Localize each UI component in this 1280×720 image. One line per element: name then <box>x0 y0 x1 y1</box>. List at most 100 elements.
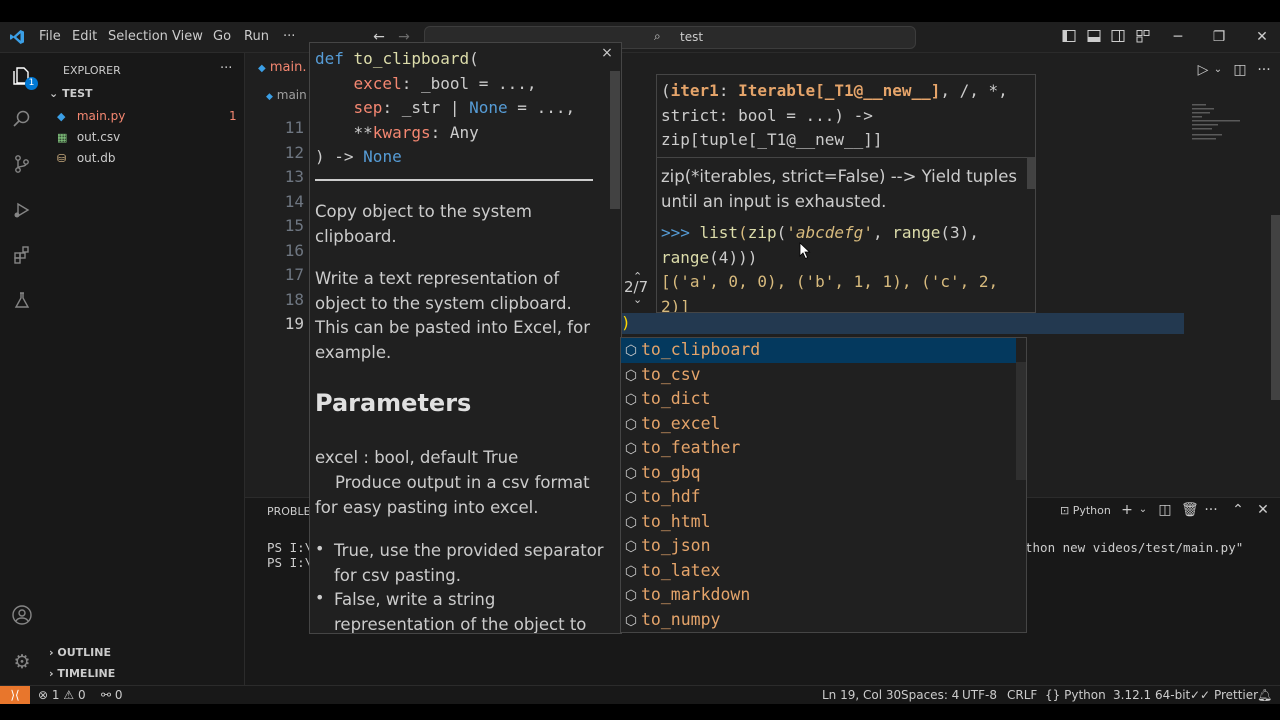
run-debug-icon[interactable] <box>10 200 34 224</box>
menu-file[interactable]: File <box>39 22 61 52</box>
suggestion-scrollbar[interactable] <box>1016 362 1026 480</box>
panel-more-icon[interactable]: ··· <box>1203 502 1219 518</box>
layout-sidebar-right-icon[interactable] <box>1110 29 1126 45</box>
popup-scrollbar[interactable] <box>1027 157 1035 189</box>
suggestion-item[interactable]: ⬡ to_dict <box>621 387 1016 412</box>
file-out-csv[interactable]: ▦ out.csv <box>57 127 120 148</box>
csv-file-icon: ▦ <box>57 131 68 144</box>
method-cube-icon: ⬡ <box>624 441 638 457</box>
suggestion-item[interactable]: ⬡ to_latex <box>621 559 1016 584</box>
file-main-py[interactable]: ◆ main.py 1 <box>57 106 242 127</box>
file-error-badge: 1 <box>229 109 237 123</box>
indentation[interactable]: Spaces: 4 <box>901 686 959 705</box>
suggestion-item[interactable]: ⬡ to_html <box>621 510 1016 535</box>
explorer-more-button[interactable]: ··· <box>220 61 232 76</box>
suggestion-item[interactable]: ⬡ to_gbq <box>621 461 1016 486</box>
chevron-down-icon: ⌄ <box>49 87 59 100</box>
new-terminal-plus-icon[interactable]: + <box>1119 502 1135 518</box>
search-icon[interactable] <box>10 109 34 133</box>
outline-section[interactable]: › OUTLINE <box>49 646 111 659</box>
hover-documentation-popup[interactable]: def to_clipboard( excel: _bool = ..., se… <box>309 42 622 634</box>
suggestion-item[interactable]: ⬡ to_hdf <box>621 485 1016 510</box>
timeline-section[interactable]: › TIMELINE <box>49 667 115 680</box>
layout-custom-icon[interactable] <box>1135 29 1151 45</box>
terminal-python-tab[interactable]: ⊡ Python <box>1060 504 1111 517</box>
function-signature: def to_clipboard( excel: _bool = ..., se… <box>315 49 576 166</box>
terminal-icon: ⊡ <box>1060 504 1070 517</box>
more-actions-icon[interactable]: ··· <box>1256 62 1272 78</box>
bullet-false: False, write a string representation of … <box>334 590 587 634</box>
suggestion-item[interactable]: ⬡ to_markdown <box>621 583 1016 608</box>
layout-sidebar-left-icon[interactable] <box>1061 29 1077 45</box>
folder-test[interactable]: ⌄ TEST <box>49 87 93 100</box>
prettier-status[interactable]: ✓✓ Prettier <box>1190 686 1258 705</box>
restore-icon[interactable]: ❐ <box>1211 29 1227 45</box>
suggestion-item[interactable]: ⬡ to_feather <box>621 436 1016 461</box>
close-panel-icon[interactable]: ✕ <box>1255 502 1271 518</box>
double-check-icon: ✓✓ <box>1190 688 1211 702</box>
suggestion-item[interactable]: ⬡ to_clipboard <box>621 338 1016 363</box>
method-cube-icon: ⬡ <box>624 514 638 531</box>
line-number: 12 <box>284 143 304 162</box>
problems-indicator[interactable]: ⊗ 1 ⚠ 0 <box>38 686 86 705</box>
split-editor-icon[interactable]: ◫ <box>1232 62 1248 78</box>
trash-icon[interactable]: 🗑 <box>1181 502 1199 518</box>
menu-edit[interactable]: Edit <box>72 22 97 52</box>
minimap[interactable] <box>1190 100 1240 145</box>
signature-text: (iter1: Iterable[_T1@__new__], /, *, str… <box>661 81 1008 149</box>
minimize-icon[interactable]: ─ <box>1170 29 1186 45</box>
close-icon[interactable]: ✕ <box>1254 29 1270 45</box>
active-line-number: 19 <box>284 314 304 333</box>
settings-gear-icon[interactable]: ⚙ <box>10 650 34 674</box>
menu-view[interactable]: View <box>172 22 203 52</box>
method-cube-icon: ⬡ <box>624 539 638 555</box>
menu-go[interactable]: Go <box>213 22 231 52</box>
run-python-file-icon[interactable]: ▷ <box>1195 62 1211 78</box>
testing-flask-icon[interactable] <box>10 290 34 314</box>
suggestion-item[interactable]: ⬡ to_csv <box>621 363 1016 388</box>
braces-icon: {} <box>1045 688 1061 702</box>
line-endings[interactable]: CRLF <box>1007 686 1037 705</box>
suggestion-item[interactable]: ⬡ to_excel <box>621 412 1016 437</box>
account-icon[interactable] <box>10 604 34 628</box>
divider <box>315 179 593 181</box>
language-mode[interactable]: {} Python <box>1045 686 1106 705</box>
chevron-down-icon[interactable]: ⌄ <box>1135 502 1151 518</box>
chevron-right-icon: › <box>49 646 54 659</box>
remote-indicator-icon[interactable]: ⟩⟨ <box>0 686 30 705</box>
doc-description: Write a text representation of object to… <box>315 269 590 362</box>
method-cube-icon: ⬡ <box>624 465 638 482</box>
letterbox-top <box>0 0 1280 22</box>
encoding[interactable]: UTF-8 <box>962 686 997 705</box>
split-terminal-icon[interactable]: ◫ <box>1157 502 1173 518</box>
suggestion-item[interactable]: ⬡ to_numpy <box>621 608 1016 633</box>
signature-help-popup[interactable]: (iter1: Iterable[_T1@__new__], /, *, str… <box>656 74 1036 313</box>
chevron-down-icon[interactable]: ⌄ <box>1210 62 1226 78</box>
python-interpreter[interactable]: 3.12.1 64-bit <box>1113 686 1190 705</box>
panel-tab-problems[interactable]: PROBLE <box>267 505 311 518</box>
menu-more[interactable]: ··· <box>283 22 295 52</box>
suggestion-list[interactable]: ⬡ to_clipboard ⬡ to_csv ⬡ to_dict ⬡ to_excel… <box>620 337 1027 633</box>
ports-indicator[interactable]: ⚯ 0 <box>101 686 123 705</box>
extensions-icon[interactable] <box>10 245 34 269</box>
explorer-badge: 1 <box>25 77 38 90</box>
menu-selection[interactable]: Selection <box>108 22 168 52</box>
file-out-db[interactable]: ⛁ out.db <box>57 148 116 169</box>
popup-scrollbar[interactable] <box>610 71 620 209</box>
source-control-icon[interactable] <box>10 154 34 178</box>
breadcrumb[interactable]: ◆ main <box>266 88 307 102</box>
layout-panel-icon[interactable] <box>1086 29 1102 45</box>
python-file-icon: ◆ <box>258 63 266 74</box>
suggestion-item[interactable]: ⬡ to_json <box>621 534 1016 559</box>
cursor-paren: ) <box>621 313 631 332</box>
overload-down-chevron-icon[interactable]: ⌄ <box>633 293 642 306</box>
maximize-panel-chevron-up-icon[interactable]: ⌃ <box>1230 502 1246 518</box>
editor-tab-main-py[interactable]: ◆ main. <box>258 60 306 75</box>
editor-scrollbar[interactable] <box>1271 215 1280 400</box>
menu-run[interactable]: Run <box>244 22 269 52</box>
status-bar: ⟩⟨ ⊗ 1 ⚠ 0 ⚯ 0 Ln 19, Col 30 Spaces: 4 U… <box>0 685 1280 705</box>
cursor-position[interactable]: Ln 19, Col 30 <box>822 686 901 705</box>
notifications-bell-icon[interactable]: 🔔︎ <box>1257 686 1272 705</box>
line-number: 15 <box>284 216 304 235</box>
close-popup-icon[interactable]: × <box>599 45 615 61</box>
